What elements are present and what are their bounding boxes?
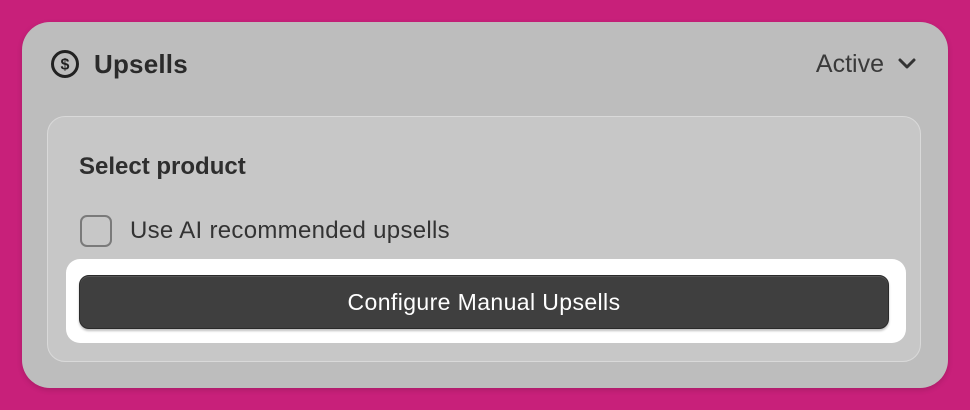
card-title: Upsells (94, 48, 188, 79)
chevron-down-icon (898, 58, 916, 69)
status-dropdown-value: Active (815, 49, 884, 78)
button-highlight: Configure Manual Upsells (66, 259, 906, 343)
ai-upsells-checkbox-row[interactable]: Use AI recommended upsells (80, 215, 450, 247)
svg-text:$: $ (61, 57, 70, 74)
ai-upsells-checkbox-label: Use AI recommended upsells (130, 217, 450, 244)
card-header-left: $ Upsells (50, 49, 188, 80)
card-header: $ Upsells Active (50, 46, 918, 82)
dollar-circle-icon: $ (51, 50, 79, 78)
panel-title: Select product (79, 153, 246, 180)
ai-upsells-checkbox[interactable] (80, 215, 112, 247)
configure-manual-upsells-button[interactable]: Configure Manual Upsells (79, 275, 889, 329)
status-dropdown[interactable]: Active (816, 50, 918, 79)
select-product-panel: Select product Use AI recommended upsell… (47, 116, 921, 362)
upsells-card: $ Upsells Active Select product Use AI r… (22, 22, 948, 388)
